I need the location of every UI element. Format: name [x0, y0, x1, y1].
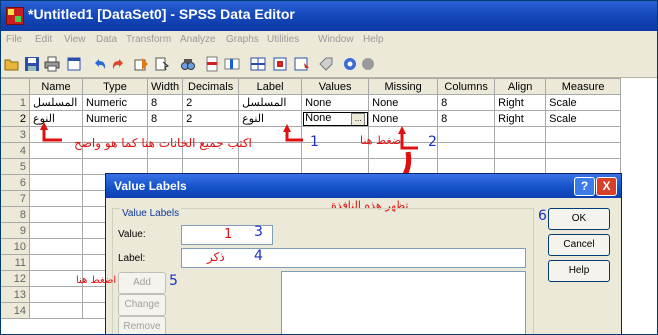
annotation-write-all: اكتب جميع الخانات هنا كما هو واضح [74, 136, 252, 150]
spss-window: *Untitled1 [DataSet0] - SPSS Data Editor… [0, 0, 658, 335]
annotation-press-here: اضغط هنا [360, 134, 405, 147]
annotation-step-2: 2 [428, 134, 437, 150]
annotation-step-6: 6 [538, 208, 547, 224]
dialog-title-bar: Value Labels ? X [106, 174, 621, 198]
annotation-press-here-add: اضغط هنا [76, 275, 117, 286]
value-label: Value: [118, 229, 146, 240]
group-label: Value Labels [120, 208, 182, 219]
annotation-step-5: 5 [169, 273, 178, 289]
annotation-arrowhead-name [40, 122, 48, 130]
label-input[interactable]: ذكر [181, 248, 526, 268]
remove-button[interactable]: Remove [118, 316, 166, 335]
dialog-title: Value Labels [114, 179, 187, 193]
annotation-arrow-label [285, 131, 303, 142]
help-icon[interactable]: ? [574, 177, 595, 196]
change-button[interactable]: Change [118, 294, 166, 316]
label-input-text: ذكر [207, 250, 225, 264]
annotation-arrowhead-label [283, 124, 291, 132]
annotation-step-1: 1 [310, 134, 319, 150]
cancel-button[interactable]: Cancel [548, 234, 610, 256]
value-labels-dialog: Value Labels ? X تظهر هذه النافذة Value … [76, 173, 622, 335]
annotation-step-3: 3 [254, 224, 263, 240]
value-labels-list[interactable] [281, 271, 526, 335]
help-button[interactable]: Help [548, 260, 610, 282]
add-button[interactable]: Add [118, 272, 166, 294]
ok-button[interactable]: OK [548, 208, 610, 230]
label-label: Label: [118, 253, 146, 264]
annotation-arrow-ellipsis [400, 133, 418, 150]
annotation-arrowhead-ellipsis [398, 126, 406, 134]
annotation-step-4: 4 [254, 248, 263, 264]
value-input-text: 1 [224, 227, 233, 242]
close-icon[interactable]: X [596, 177, 617, 196]
